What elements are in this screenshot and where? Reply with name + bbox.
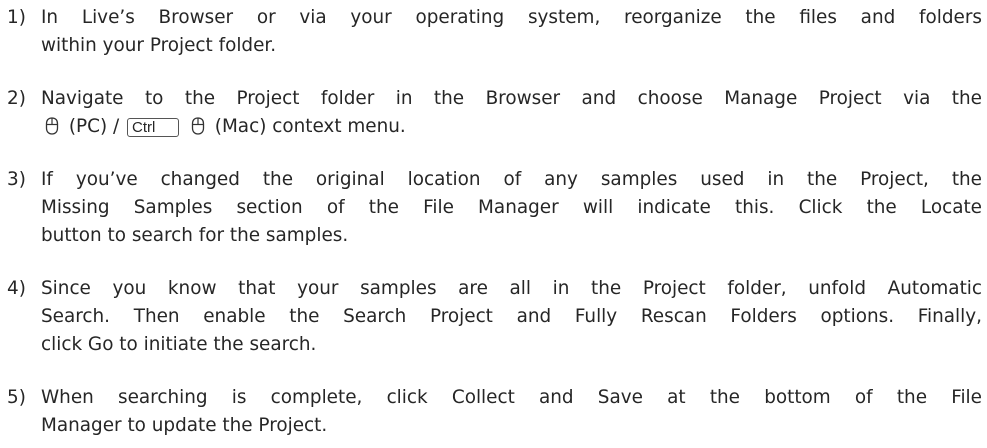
step-line: Search. Then enable the Search Project a… xyxy=(41,306,982,327)
step-1: 1) In Live’s Browser or via your operati… xyxy=(7,4,982,60)
step-text: Since you know that your samples are all… xyxy=(41,275,982,359)
step-text: If you’ve changed the original location … xyxy=(41,166,982,250)
step-line: Since you know that your samples are all… xyxy=(41,278,982,299)
step-number: 1) xyxy=(7,7,26,28)
step-line: button to search for the samples. xyxy=(41,225,349,246)
mac-label: (Mac) context menu. xyxy=(214,116,406,137)
step-line: Manager to update the Project. xyxy=(41,415,328,436)
step-line: If you’ve changed the original location … xyxy=(41,169,982,190)
step-line-shortcut: (PC) / Ctrl (Mac) context menu. xyxy=(41,113,982,144)
step-4: 4) Since you know that your samples are … xyxy=(7,275,982,359)
step-number: 5) xyxy=(7,387,26,408)
step-text: Navigate to the Project folder in the Br… xyxy=(41,85,982,144)
pc-label: (PC) / xyxy=(68,116,120,137)
step-line: within your Project folder. xyxy=(41,35,277,56)
left-mouse-button-icon xyxy=(191,116,205,144)
step-line: In Live’s Browser or via your operating … xyxy=(41,7,982,28)
step-line: When searching is complete, click Collec… xyxy=(41,387,982,408)
step-3: 3) If you’ve changed the original locati… xyxy=(7,166,982,250)
step-number: 2) xyxy=(7,88,26,109)
step-5: 5) When searching is complete, click Col… xyxy=(7,384,982,440)
step-line: Navigate to the Project folder in the Br… xyxy=(41,88,982,109)
right-mouse-button-icon xyxy=(45,116,59,144)
step-text: In Live’s Browser or via your operating … xyxy=(41,4,982,60)
manual-page: 1) In Live’s Browser or via your operati… xyxy=(0,0,987,448)
step-line: click Go to initiate the search. xyxy=(41,334,317,355)
step-line: Missing Samples section of the File Mana… xyxy=(41,197,982,218)
step-number: 3) xyxy=(7,169,26,190)
step-2: 2) Navigate to the Project folder in the… xyxy=(7,85,982,144)
ctrl-key: Ctrl xyxy=(127,118,180,137)
step-text: When searching is complete, click Collec… xyxy=(41,384,982,440)
step-number: 4) xyxy=(7,278,26,299)
